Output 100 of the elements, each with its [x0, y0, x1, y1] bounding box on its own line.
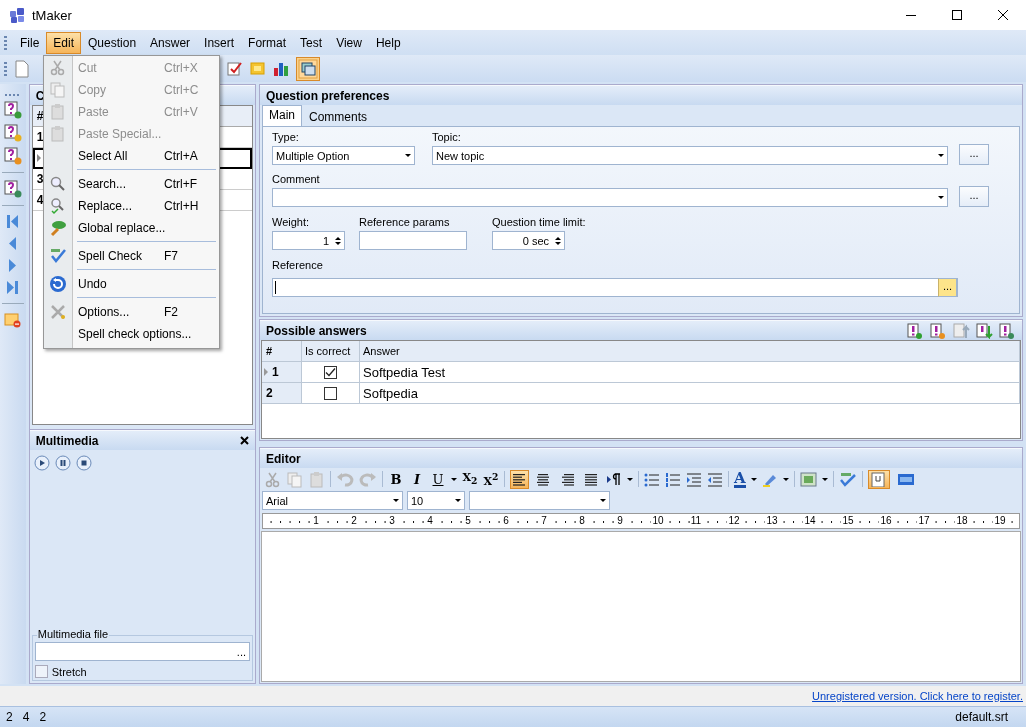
shortcut-label: Ctrl+C: [164, 83, 200, 97]
menu-item[interactable]: Edit: [46, 31, 82, 54]
status-count: 4: [22, 710, 30, 724]
move-down-icon[interactable]: [975, 322, 993, 339]
size-dropdown[interactable]: 10: [407, 491, 465, 510]
field-label: Question time limit:: [492, 216, 586, 228]
menu-item[interactable]: Undo: [72, 277, 164, 291]
format-button[interactable]: I: [409, 471, 425, 487]
dropdown[interactable]: [272, 188, 948, 207]
format-button[interactable]: X$_{2}$: [462, 471, 478, 487]
checklist-icon[interactable]: [227, 59, 243, 78]
remove-question-icon[interactable]: [3, 147, 22, 165]
row-header[interactable]: 2: [262, 383, 302, 404]
column-header: Answer: [360, 341, 1020, 362]
remove-answer-icon[interactable]: [929, 322, 947, 339]
format-button[interactable]: U: [430, 471, 446, 487]
delete-icon[interactable]: [3, 311, 22, 329]
close-icon[interactable]: [998, 10, 1008, 20]
checkbox[interactable]: [324, 365, 337, 379]
insert-question-icon[interactable]: [3, 124, 22, 142]
question-settings-icon[interactable]: [3, 180, 22, 198]
font-color-button[interactable]: A: [734, 470, 746, 488]
checkbox-label: Stretch: [51, 665, 87, 678]
image-icon[interactable]: [799, 471, 817, 487]
menu-item[interactable]: Select All: [72, 149, 164, 163]
play-icon[interactable]: [33, 455, 50, 471]
font-dropdown[interactable]: Arial: [262, 491, 403, 510]
ruler-number: 16: [879, 515, 893, 526]
file-field[interactable]: ...: [34, 642, 250, 661]
menu-item[interactable]: Test: [293, 31, 330, 54]
windows-icon[interactable]: [296, 56, 320, 81]
numbered-list-icon[interactable]: [665, 471, 681, 487]
shortcut-label: F7: [164, 249, 179, 263]
field-label: Comment: [272, 173, 321, 185]
menu-item[interactable]: Answer: [143, 31, 198, 54]
shortcut-label: Ctrl+A: [164, 149, 199, 163]
spell-check-icon: [49, 247, 67, 265]
tab[interactable]: Main: [262, 105, 302, 126]
browse-button[interactable]: ...: [959, 186, 989, 207]
menu-item[interactable]: Spell Check: [72, 249, 164, 263]
pause-icon[interactable]: [54, 455, 71, 471]
browse-button[interactable]: ...: [959, 144, 989, 165]
outdent-icon[interactable]: [707, 471, 723, 487]
panel-title: Possible answers: [266, 323, 367, 338]
spell-check-icon[interactable]: [838, 471, 857, 487]
row-number: 1: [272, 365, 279, 379]
checkbox[interactable]: [34, 665, 48, 678]
browse-button[interactable]: ...: [938, 278, 957, 297]
spin-field[interactable]: 0 sec: [492, 231, 565, 250]
reference-field[interactable]: [272, 278, 958, 297]
menu-item[interactable]: View: [329, 31, 369, 54]
menu-item[interactable]: Spell check options...: [72, 327, 192, 341]
align-icon[interactable]: [510, 469, 529, 489]
new-document-icon[interactable]: [13, 59, 31, 78]
bullet-list-icon[interactable]: [644, 471, 660, 487]
menu-item[interactable]: Search...: [72, 177, 164, 191]
menu-item[interactable]: File: [13, 31, 47, 54]
stop-icon[interactable]: [75, 455, 92, 471]
field-label: Topic:: [432, 131, 462, 143]
paste-special-icon: [49, 125, 67, 143]
add-answer-icon[interactable]: [906, 322, 924, 339]
maximize-icon[interactable]: [952, 10, 962, 20]
ruler-number: 2: [350, 515, 358, 526]
register-link[interactable]: Unregistered version. Click here to register.: [812, 690, 1023, 702]
row-header[interactable]: 1: [262, 362, 302, 383]
menu-item[interactable]: Options...: [72, 305, 164, 319]
dropdown[interactable]: Multiple Option: [272, 146, 415, 165]
indent-icon[interactable]: [686, 471, 702, 487]
checkbox[interactable]: [324, 386, 337, 400]
menu-item[interactable]: Question: [81, 31, 144, 54]
caret-icon: [451, 477, 457, 481]
app-logo-icon: [8, 6, 26, 24]
column-header: #: [262, 341, 302, 362]
paragraph-direction-icon[interactable]: [606, 471, 622, 487]
table-cell: Softpedia Test: [360, 362, 1020, 383]
menu-item[interactable]: Insert: [197, 31, 242, 54]
import-answer-icon[interactable]: [998, 322, 1016, 339]
close-icon[interactable]: [240, 436, 249, 445]
dropdown[interactable]: New topic: [432, 146, 948, 165]
menu-item[interactable]: Global replace...: [72, 221, 166, 235]
ruler-number: 12: [727, 515, 741, 526]
row-number: 2: [266, 386, 273, 400]
menu-item[interactable]: Format: [241, 31, 294, 54]
menu-item[interactable]: Help: [368, 31, 408, 54]
menu-item[interactable]: Replace...: [72, 199, 164, 213]
paste-icon: [49, 103, 67, 121]
input-field[interactable]: [359, 231, 467, 250]
row-number: 4: [35, 193, 45, 207]
undo-icon: [49, 275, 67, 293]
spin-field[interactable]: 1: [272, 231, 345, 250]
format-button[interactable]: B: [388, 471, 404, 487]
format-button[interactable]: X$^{2}$: [483, 470, 499, 488]
row-number: 1: [35, 130, 45, 144]
add-question-icon[interactable]: [3, 101, 22, 119]
ruler-number: 5: [464, 515, 472, 526]
tab[interactable]: Comments: [302, 107, 375, 126]
design-view-icon[interactable]: [867, 469, 890, 489]
status-count: 2: [6, 710, 13, 724]
column-header: Is correct: [302, 341, 360, 362]
field-label: Reference: [272, 259, 324, 271]
